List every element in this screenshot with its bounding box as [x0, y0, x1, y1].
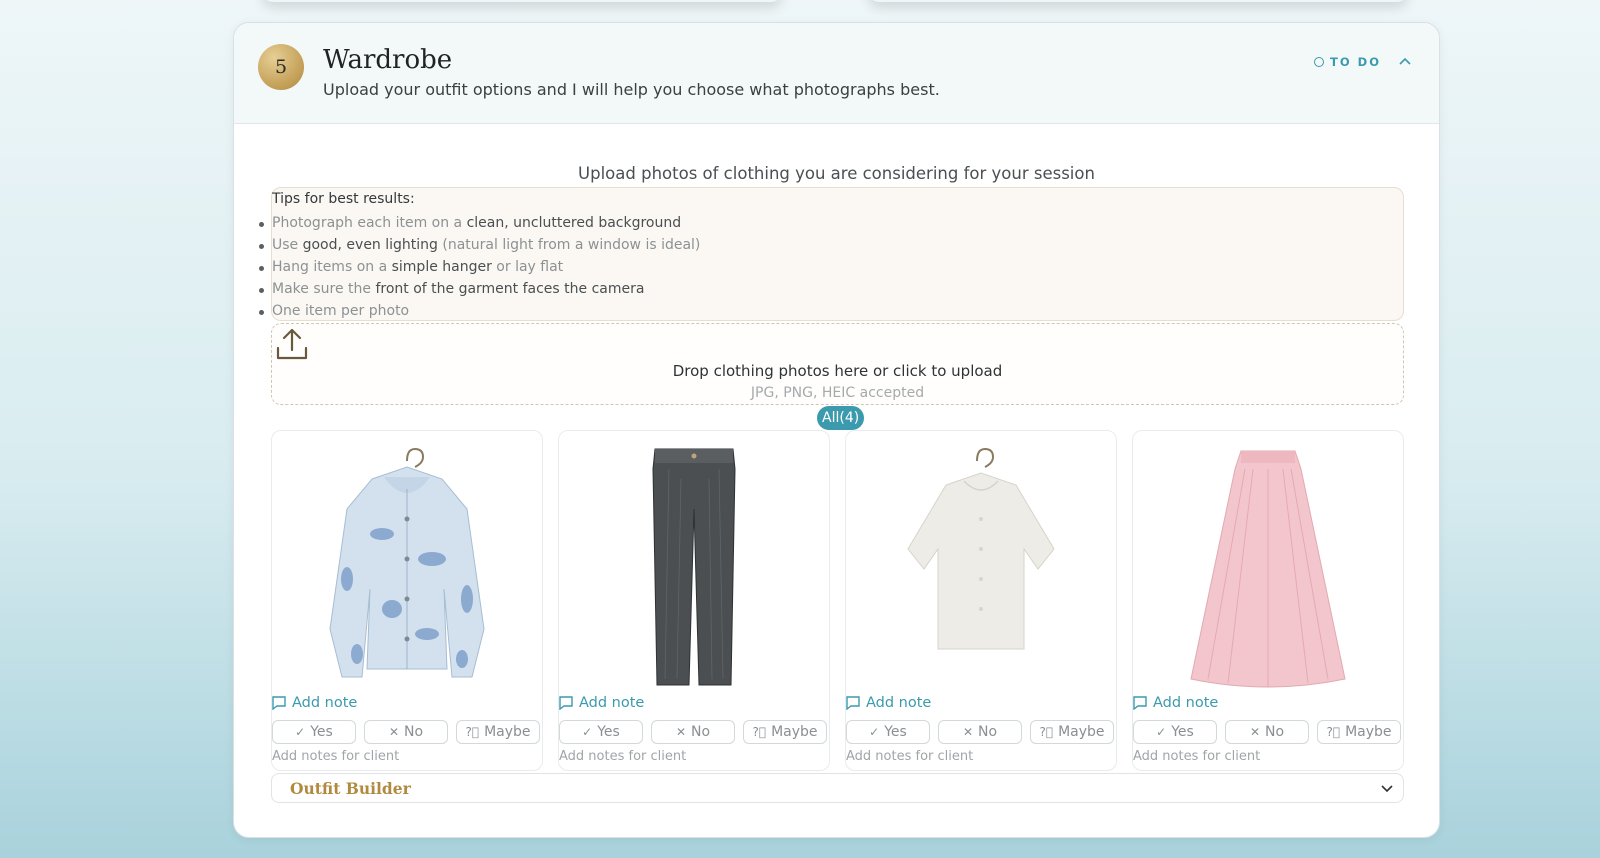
upload-icon	[276, 328, 308, 360]
upload-heading: Upload photos of clothing you are consid…	[578, 164, 1095, 183]
dropzone-formats: JPG, PNG, HEIC accepted	[750, 385, 925, 401]
upload-dropzone[interactable]: Drop clothing photos here or click to up…	[271, 323, 1404, 405]
filter-all-pill[interactable]: All(4)	[817, 406, 865, 430]
status-label: TO DO	[1330, 55, 1381, 69]
add-note-button[interactable]: Add note	[846, 695, 931, 711]
client-notes-field[interactable]: Add notes for client	[272, 749, 399, 764]
pink-skirt-photo[interactable]	[1133, 439, 1403, 689]
comment-icon	[272, 696, 286, 710]
previous-card-shadow-right	[868, 0, 1408, 2]
chevron-up-icon[interactable]	[1395, 51, 1415, 71]
wardrobe-step-card: 5 Wardrobe Upload your outfit options an…	[233, 22, 1440, 838]
tip-item: Make sure the front of the garment faces…	[258, 278, 700, 300]
vote-group: ✓ Yes ✕ No ?⃝ Maybe	[846, 720, 1114, 744]
wardrobe-grid: Add note ✓ Yes ✕ No ?⃝ Maybe Add notes for …	[271, 430, 1404, 771]
wardrobe-item[interactable]: Add note ✓ Yes ✕ No ?⃝ Maybe Add notes for …	[1132, 430, 1404, 771]
status-badge: TO DO	[1314, 55, 1381, 69]
comment-icon	[559, 696, 573, 710]
vote-group: ✓ Yes ✕ No ?⃝ Maybe	[559, 720, 827, 744]
dropzone-label: Drop clothing photos here or click to up…	[672, 362, 1003, 380]
vote-maybe-button[interactable]: ?⃝ Maybe	[1317, 720, 1401, 744]
tip-item: Use good, even lighting (natural light f…	[258, 234, 700, 256]
step-subtitle: Upload your outfit options and I will he…	[323, 80, 940, 99]
knit-top-photo[interactable]	[846, 439, 1116, 689]
check-icon: ✓	[1156, 725, 1167, 739]
outfit-builder-toggle[interactable]: Outfit Builder	[271, 773, 1404, 803]
vote-no-button[interactable]: ✕ No	[364, 720, 448, 744]
tips-list: Photograph each item on a clean, unclutt…	[258, 212, 700, 322]
vote-group: ✓ Yes ✕ No ?⃝ Maybe	[1133, 720, 1401, 744]
jeans-photo[interactable]	[559, 439, 829, 689]
tips-title: Tips for best results:	[272, 191, 415, 207]
denim-jacket-photo[interactable]	[272, 439, 542, 689]
wardrobe-item[interactable]: Add note ✓ Yes ✕ No ?⃝ Maybe Add notes for …	[271, 430, 543, 771]
question-circle-icon: ?⃝	[465, 725, 480, 739]
add-note-label: Add note	[579, 695, 645, 711]
step-header[interactable]: 5 Wardrobe Upload your outfit options an…	[234, 23, 1439, 124]
add-note-button[interactable]: Add note	[1133, 695, 1218, 711]
x-icon: ✕	[962, 725, 973, 739]
vote-yes-button[interactable]: ✓ Yes	[1133, 720, 1217, 744]
add-note-button[interactable]: Add note	[272, 695, 357, 711]
tip-item: Hang items on a simple hanger or lay fla…	[258, 256, 700, 278]
vote-no-button[interactable]: ✕ No	[651, 720, 735, 744]
wardrobe-item[interactable]: Add note ✓ Yes ✕ No ?⃝ Maybe Add notes for …	[558, 430, 830, 771]
chevron-down-icon	[1381, 785, 1393, 793]
status-circle-icon	[1314, 57, 1325, 67]
client-notes-field[interactable]: Add notes for client	[846, 749, 973, 764]
client-notes-field[interactable]: Add notes for client	[1133, 749, 1260, 764]
wardrobe-item[interactable]: Add note ✓ Yes ✕ No ?⃝ Maybe Add notes for …	[845, 430, 1117, 771]
vote-maybe-button[interactable]: ?⃝ Maybe	[456, 720, 540, 744]
vote-no-button[interactable]: ✕ No	[1225, 720, 1309, 744]
outfit-builder-label: Outfit Builder	[290, 779, 411, 798]
vote-maybe-button[interactable]: ?⃝ Maybe	[1030, 720, 1114, 744]
client-notes-field[interactable]: Add notes for client	[559, 749, 686, 764]
add-note-label: Add note	[1153, 695, 1219, 711]
question-circle-icon: ?⃝	[752, 725, 767, 739]
check-icon: ✓	[869, 725, 880, 739]
comment-icon	[1133, 696, 1147, 710]
check-icon: ✓	[295, 725, 306, 739]
x-icon: ✕	[1249, 725, 1260, 739]
add-note-label: Add note	[292, 695, 358, 711]
step-number-badge: 5	[258, 44, 304, 90]
previous-card-shadow-left	[262, 0, 782, 2]
vote-group: ✓ Yes ✕ No ?⃝ Maybe	[272, 720, 540, 744]
tip-item: Photograph each item on a clean, unclutt…	[258, 212, 700, 234]
question-circle-icon: ?⃝	[1326, 725, 1341, 739]
add-note-button[interactable]: Add note	[559, 695, 644, 711]
x-icon: ✕	[388, 725, 399, 739]
vote-maybe-button[interactable]: ?⃝ Maybe	[743, 720, 827, 744]
vote-no-button[interactable]: ✕ No	[938, 720, 1022, 744]
tip-item: One item per photo	[258, 300, 700, 322]
vote-yes-button[interactable]: ✓ Yes	[559, 720, 643, 744]
vote-yes-button[interactable]: ✓ Yes	[272, 720, 356, 744]
vote-yes-button[interactable]: ✓ Yes	[846, 720, 930, 744]
check-icon: ✓	[582, 725, 593, 739]
tips-box: Tips for best results: Photograph each i…	[258, 187, 1404, 322]
add-note-label: Add note	[866, 695, 932, 711]
comment-icon	[846, 696, 860, 710]
step-title: Wardrobe	[323, 45, 453, 75]
x-icon: ✕	[675, 725, 686, 739]
question-circle-icon: ?⃝	[1039, 725, 1054, 739]
